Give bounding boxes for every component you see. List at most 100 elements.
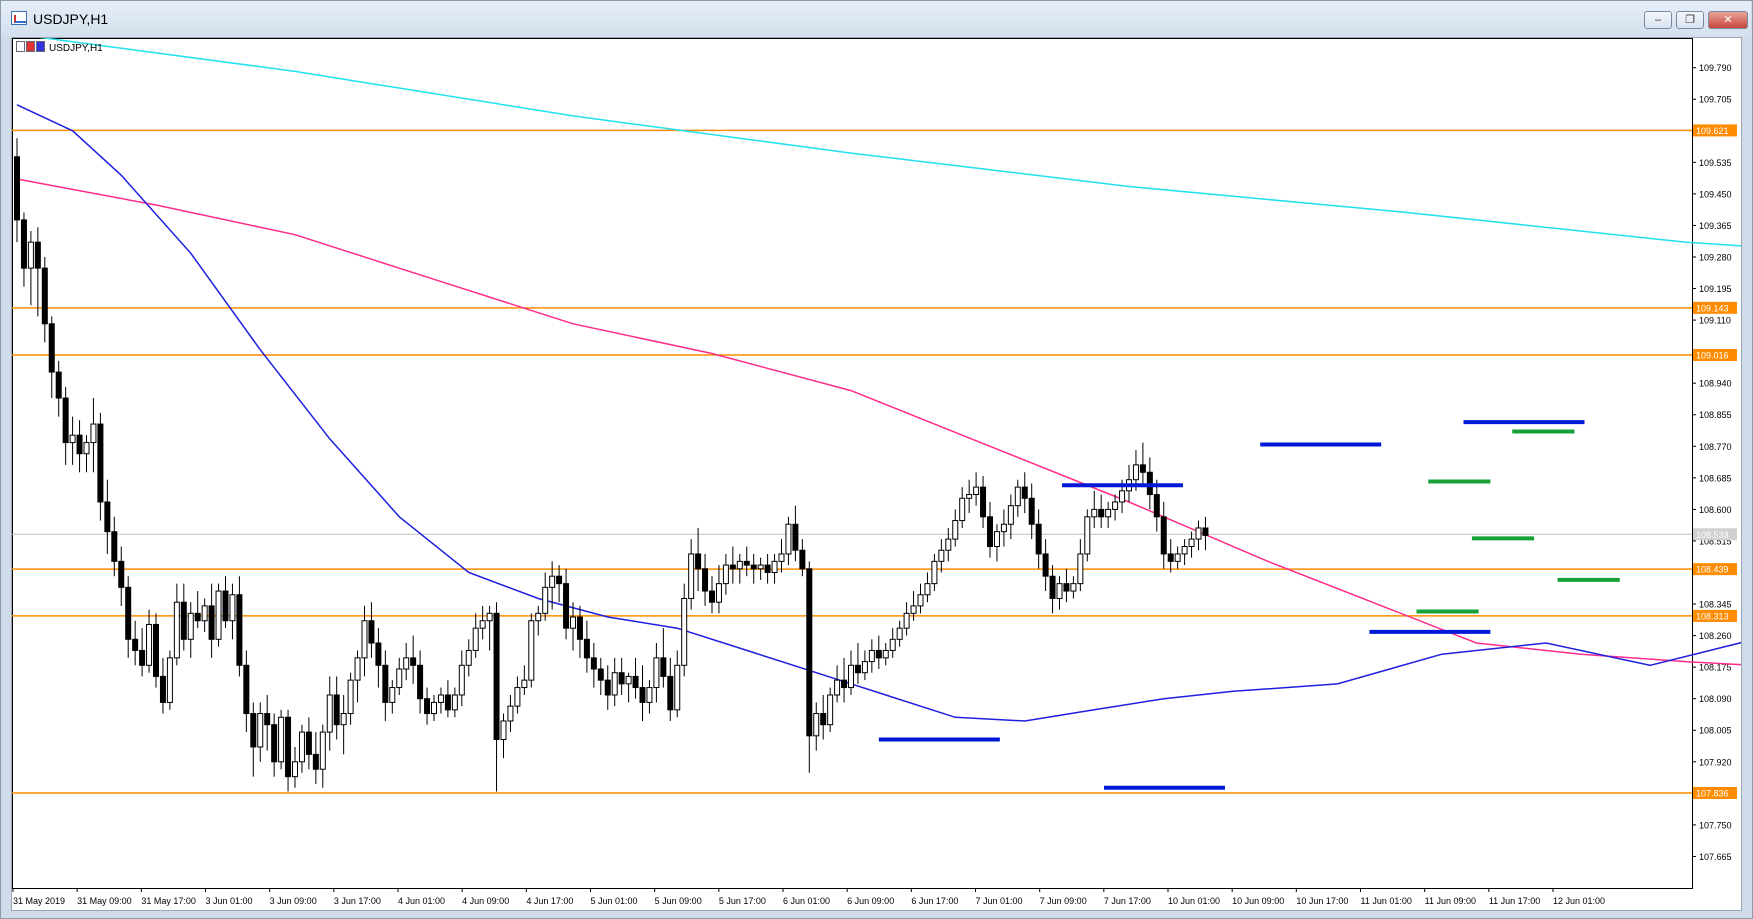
candle-body [417,664,424,700]
candle-body [820,713,827,726]
candle-body [570,616,576,629]
candle-body [702,568,709,592]
candle-body [785,523,792,555]
candle-body [1202,527,1209,536]
candle-body [576,616,583,640]
candle-body [431,701,437,715]
price-chart[interactable]: 109.790 109.705 109.535 109.450 109.365 109.2… [12,33,1753,910]
price-tick-label: 108.855 [1699,410,1732,420]
candle-body [472,627,479,651]
candle-body [597,668,604,681]
candle-body [146,623,153,666]
candle-body [1112,501,1119,510]
candle-body [1160,516,1167,555]
candle-body [1014,486,1021,507]
candle-body [854,664,861,674]
candle-body [271,724,278,763]
candle-body [111,531,118,562]
candle-body [305,731,312,755]
candle-body [952,520,959,540]
candle-body [1000,523,1007,533]
candle-body [298,731,305,763]
candle-body [243,664,250,715]
time-tick-label: 3 Jun 01:00 [206,896,253,906]
candle-body [139,649,146,666]
time-tick-label: 4 Jun 09:00 [462,896,509,906]
candle-body [396,668,403,689]
bid-price-label: 108.533 [1696,530,1729,540]
time-tick-label: 6 Jun 17:00 [911,896,958,906]
candle-body [410,657,417,666]
price-tick-label: 108.260 [1699,631,1732,641]
candle-body [681,597,688,666]
candle-body [848,664,854,689]
price-tick-label: 108.940 [1699,379,1732,389]
price-tick-label: 108.090 [1699,694,1732,704]
time-tick-label: 6 Jun 09:00 [847,896,894,906]
candle-body [757,564,764,570]
candle-body [278,716,285,763]
candle-body [695,553,702,570]
candle-body [132,638,139,651]
plot-frame [12,38,1693,889]
candle-body [312,753,319,770]
time-tick-label: 5 Jun 17:00 [719,896,766,906]
candle-body [1105,508,1112,518]
chart-area[interactable]: 109.790 109.705 109.535 109.450 109.365 109.2… [11,33,1753,911]
candle-body [180,601,187,640]
candle-body [62,397,69,444]
candle-body [97,423,104,503]
candle-body [882,649,889,659]
candle-body [69,434,76,444]
candle-body [959,497,966,522]
window-title: USDJPY,H1 [33,11,109,27]
candle-body [1028,497,1035,525]
candle-body [799,549,806,570]
candle-body [556,575,563,585]
candle-body [611,672,618,696]
restore-button[interactable]: ❐ [1676,11,1704,29]
candle-body [646,687,653,703]
chart-window-icon [11,11,27,25]
candle-body [639,687,646,703]
candle-body [76,434,83,455]
candle-body [917,594,924,607]
candle-body [889,638,896,651]
candle-body [41,267,48,325]
candle-body [590,657,597,670]
candle-body [875,649,882,659]
minimize-button[interactable]: – [1644,11,1672,29]
candle-body [813,713,820,737]
candle-body [222,590,229,622]
candle-body [319,731,326,770]
candle-body [618,672,625,685]
candle-body [14,156,20,221]
candle-body [806,568,813,737]
candle-body [1132,464,1139,481]
candle-body [667,675,674,711]
candle-body [229,594,236,622]
candle-body [535,612,542,622]
candle-body [896,627,903,640]
window-titlebar[interactable]: USDJPY,H1 – ❐ ✕ [1,1,1751,37]
time-tick-label: 11 Jun 01:00 [1361,896,1412,906]
time-tick-label: 10 Jun 17:00 [1296,896,1348,906]
candle-body [1021,486,1028,499]
close-button[interactable]: ✕ [1708,11,1748,29]
candle-body [993,531,1000,548]
candle-body [903,612,910,629]
candle-body [1049,575,1056,599]
candle-body [709,590,715,603]
candle-body [285,716,292,778]
candle-body [1084,516,1091,555]
candle-body [750,564,757,570]
candle-body [945,538,952,551]
time-tick-label: 12 Jun 01:00 [1553,896,1605,906]
price-tick-label: 107.665 [1699,852,1732,862]
candle-body [90,423,97,444]
candle-body [215,590,222,640]
symbol-label: USDJPY,H1 [16,41,103,55]
candle-body [980,486,987,518]
candle-body [236,594,243,666]
candle-body [778,553,785,562]
